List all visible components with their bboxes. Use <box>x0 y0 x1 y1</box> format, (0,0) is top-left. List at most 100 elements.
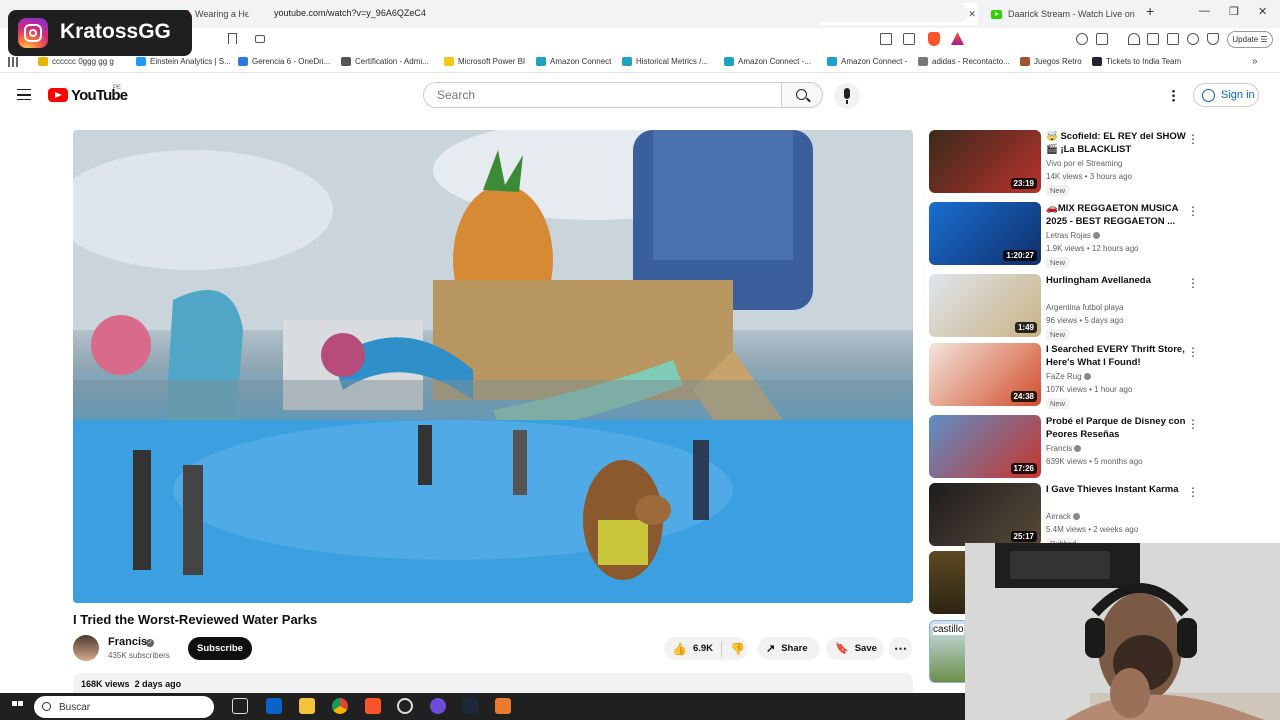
install-app-icon[interactable] <box>880 33 892 45</box>
bookmark-item[interactable]: Historical Metrics /... <box>622 57 708 66</box>
chrome-icon[interactable] <box>332 698 348 714</box>
microphone-icon <box>844 88 850 99</box>
url-field[interactable]: youtube.com/watch?v=y_96A6QZeC4 <box>248 3 968 22</box>
related-channel[interactable]: Letras Rojas <box>1046 231 1101 240</box>
wallet-icon[interactable] <box>1167 33 1179 45</box>
bookmark-item[interactable]: cccccc 0ggg gg g <box>38 57 114 66</box>
bookmark-item[interactable]: Amazon Connect <box>536 57 611 66</box>
site-info-icon[interactable] <box>255 35 265 43</box>
related-thumbnail[interactable]: 25:17 <box>929 483 1041 546</box>
more-options-icon[interactable]: ⋮ <box>1187 132 1199 146</box>
bookmark-item[interactable]: Amazon Connect - <box>827 57 907 66</box>
file-explorer-icon[interactable] <box>299 698 315 714</box>
related-thumbnail[interactable]: 17:26 <box>929 415 1041 478</box>
more-options-icon[interactable]: ⋮ <box>1187 417 1199 431</box>
media-icon[interactable] <box>1128 33 1140 45</box>
related-title[interactable]: I Searched EVERY Thrift Store, Here's Wh… <box>1046 344 1186 369</box>
more-options-icon[interactable]: ⋮ <box>1187 276 1199 290</box>
close-tab-icon[interactable]: ✕ <box>968 9 976 20</box>
bookmark-favicon-icon <box>827 57 837 66</box>
brave-shields-icon[interactable] <box>928 32 940 46</box>
related-title[interactable]: 🤯 Scofield: EL REY del SHOW 🎬 ¡La BLACKL… <box>1046 131 1186 157</box>
related-channel[interactable]: Argentina futbol playa <box>1046 303 1123 312</box>
more-actions-button[interactable]: ⋯ <box>889 637 912 660</box>
settings-more-icon[interactable] <box>1172 89 1175 102</box>
related-title[interactable]: I Gave Thieves Instant Karma <box>1046 484 1186 497</box>
app-icon[interactable] <box>430 698 446 714</box>
sign-in-button[interactable]: Sign in <box>1193 83 1259 107</box>
search-input[interactable]: Search <box>423 82 782 108</box>
related-thumbnail[interactable]: 1:20:27 <box>929 202 1041 265</box>
related-title[interactable]: Probé el Parque de Disney con Peores Res… <box>1046 416 1186 441</box>
more-options-icon[interactable]: ⋮ <box>1187 204 1199 218</box>
related-video-item[interactable]: 1:49 Hurlingham Avellaneda Argentina futbo… <box>929 274 1199 340</box>
related-title[interactable]: 🚗MIX REGGAETON MUSICA 2025 - BEST REGGAE… <box>1046 203 1186 228</box>
related-thumbnail-partial[interactable]: castillo <box>929 620 969 683</box>
bookmark-item[interactable]: adidas - Recontacto... <box>918 57 1010 66</box>
bookmark-item[interactable]: Gerencia 6 - OneDri... <box>238 57 330 66</box>
sidebar-icon[interactable] <box>1147 33 1159 45</box>
like-button[interactable]: 👍 6.9K <box>672 642 713 656</box>
bookmark-item[interactable]: Einstein Analytics | S... <box>136 57 231 66</box>
bookmark-item[interactable]: Microsoft Power BI <box>444 57 525 66</box>
save-label: Save <box>854 643 877 654</box>
more-bookmarks-icon[interactable]: » <box>1252 56 1258 67</box>
hamburger-menu-icon[interactable] <box>17 89 31 100</box>
url-text: youtube.com/watch?v=y_96A6QZeC4 <box>274 7 426 18</box>
related-title[interactable]: Hurlingham Avellaneda <box>1046 275 1186 288</box>
windows-start-icon[interactable] <box>12 701 23 712</box>
video-player[interactable] <box>73 130 913 603</box>
apps-grid-icon[interactable] <box>8 57 18 67</box>
maximize-icon[interactable]: ❐ <box>1229 5 1239 18</box>
related-video-item[interactable]: 23:19 🤯 Scofield: EL REY del SHOW 🎬 ¡La B… <box>929 130 1199 196</box>
bookmark-favicon-icon <box>444 57 454 66</box>
bookmark-item[interactable]: Certification - Admi... <box>341 57 429 66</box>
leo-ai-icon[interactable] <box>1187 33 1199 45</box>
dislike-button[interactable]: 👎 <box>730 642 745 656</box>
voice-search-button[interactable] <box>834 83 860 109</box>
related-thumbnail[interactable]: 23:19 <box>929 130 1041 193</box>
related-channel[interactable]: Vivo por el Streaming <box>1046 159 1122 168</box>
brave-icon[interactable] <box>365 698 381 714</box>
related-thumbnail[interactable]: 24:38 <box>929 343 1041 406</box>
related-channel[interactable]: Francis <box>1046 444 1082 453</box>
channel-avatar[interactable] <box>73 635 99 661</box>
related-video-item[interactable]: 24:38 I Searched EVERY Thrift Store, Here… <box>929 343 1199 409</box>
related-thumbnail-partial[interactable] <box>929 551 969 614</box>
bookmark-item[interactable]: Amazon Connect -... <box>724 57 811 66</box>
search-button[interactable] <box>781 82 823 108</box>
bookmark-label: adidas - Recontacto... <box>932 57 1010 66</box>
share-button[interactable]: ↗ Share <box>758 637 820 660</box>
vpn-icon[interactable] <box>1207 33 1219 45</box>
more-options-icon[interactable]: ⋮ <box>1187 345 1199 359</box>
related-channel[interactable]: Airrack <box>1046 512 1081 521</box>
related-video-item[interactable]: 17:26 Probé el Parque de Disney con Peore… <box>929 415 1199 479</box>
reading-list-icon[interactable] <box>1096 33 1108 45</box>
steam-icon[interactable] <box>462 698 478 714</box>
new-tab-icon[interactable]: + <box>1146 3 1154 19</box>
outlook-icon[interactable] <box>266 698 282 714</box>
related-video-item[interactable]: 1:20:27 🚗MIX REGGAETON MUSICA 2025 - BEST… <box>929 202 1199 268</box>
bookmark-item[interactable]: Tickets to India Team <box>1092 57 1181 66</box>
subscribe-button[interactable]: Subscribe <box>188 637 252 660</box>
minimize-icon[interactable]: — <box>1199 5 1210 17</box>
bookmark-item[interactable]: Juegos Retro <box>1020 57 1082 66</box>
channel-name[interactable]: Francis <box>108 636 147 648</box>
share-page-icon[interactable] <box>903 33 915 45</box>
close-window-icon[interactable]: ✕ <box>1258 5 1267 18</box>
task-view-icon[interactable] <box>232 698 248 714</box>
save-button[interactable]: 🔖 Save <box>826 637 884 660</box>
youtube-logo-icon[interactable] <box>48 88 68 102</box>
more-options-icon[interactable]: ⋮ <box>1187 485 1199 499</box>
related-thumbnail[interactable]: 1:49 <box>929 274 1041 337</box>
obs-icon[interactable] <box>397 698 413 714</box>
extensions-icon[interactable] <box>1076 33 1088 45</box>
verified-icon <box>1074 445 1082 453</box>
browser-tab[interactable]: Daarick Stream - Watch Live on K <box>985 3 1135 25</box>
related-video-item[interactable]: 25:17 I Gave Thieves Instant Karma Airrack… <box>929 483 1199 549</box>
update-button[interactable]: Update ☰ <box>1227 31 1273 48</box>
bookmark-icon[interactable] <box>228 33 237 44</box>
taskbar-search[interactable]: Buscar <box>34 696 214 718</box>
app-icon[interactable] <box>495 698 511 714</box>
related-channel[interactable]: FaZe Rug <box>1046 372 1091 381</box>
